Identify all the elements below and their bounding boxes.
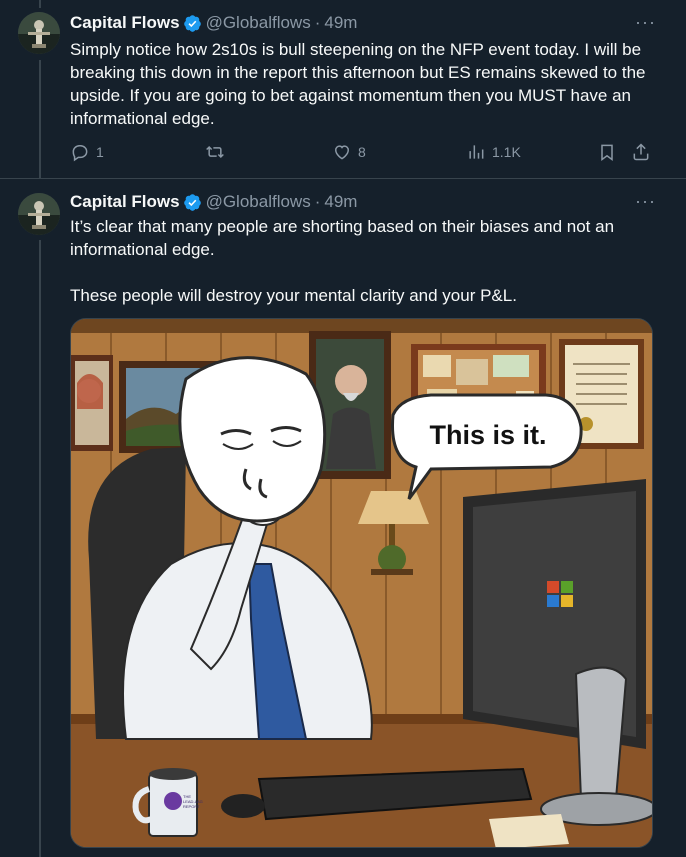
repost-icon: [206, 145, 224, 159]
tweet-header: Capital Flows @Globalflows · 49m: [70, 13, 357, 33]
tweet-media-image[interactable]: This is it. THE LEAD-LAG REPORT: [70, 318, 653, 848]
views-icon: [469, 145, 484, 159]
mug-text-line3: REPORT: [183, 804, 200, 809]
tweet-1[interactable]: Capital Flows @Globalflows · 49m ··· Sim…: [0, 0, 686, 179]
views-button[interactable]: 1.1K: [466, 142, 521, 162]
author-handle[interactable]: @Globalflows: [206, 192, 311, 212]
repost-button[interactable]: [205, 142, 231, 162]
more-options-button[interactable]: ···: [635, 192, 656, 210]
speech-bubble-text: This is it.: [429, 420, 546, 450]
action-bar: 1 8 1.1K: [70, 142, 660, 166]
share-button[interactable]: [631, 142, 651, 162]
heart-icon: [334, 145, 350, 160]
bookmark-button[interactable]: [597, 142, 617, 162]
avatar[interactable]: [18, 193, 60, 235]
tweet-paragraph: Simply notice how 2s10s is bull steepeni…: [70, 40, 646, 128]
tweet-paragraph: It’s clear that many people are shorting…: [70, 217, 615, 259]
tweet-text: It’s clear that many people are shorting…: [70, 215, 655, 307]
reply-icon: [72, 145, 88, 162]
separator: ·: [314, 13, 321, 32]
share-icon: [633, 143, 649, 161]
timestamp[interactable]: 49m: [324, 13, 357, 33]
like-count: 8: [358, 144, 366, 160]
verified-badge-icon: [183, 14, 201, 32]
author-name[interactable]: Capital Flows: [70, 13, 180, 33]
bookmark-icon: [601, 144, 613, 161]
verified-badge-icon: [183, 193, 201, 211]
separator: ·: [314, 192, 321, 211]
tweet-paragraph: These people will destroy your mental cl…: [70, 286, 517, 305]
tweet-header: Capital Flows @Globalflows · 49m: [70, 192, 357, 212]
author-handle[interactable]: @Globalflows: [206, 13, 311, 33]
like-button[interactable]: 8: [332, 142, 366, 162]
reply-button[interactable]: 1: [70, 142, 104, 162]
reply-count: 1: [96, 144, 104, 160]
timestamp[interactable]: 49m: [324, 192, 357, 212]
author-name[interactable]: Capital Flows: [70, 192, 180, 212]
avatar[interactable]: [18, 12, 60, 54]
tweet-text: Simply notice how 2s10s is bull steepeni…: [70, 38, 655, 130]
more-options-button[interactable]: ···: [635, 13, 656, 31]
views-count: 1.1K: [492, 144, 521, 160]
